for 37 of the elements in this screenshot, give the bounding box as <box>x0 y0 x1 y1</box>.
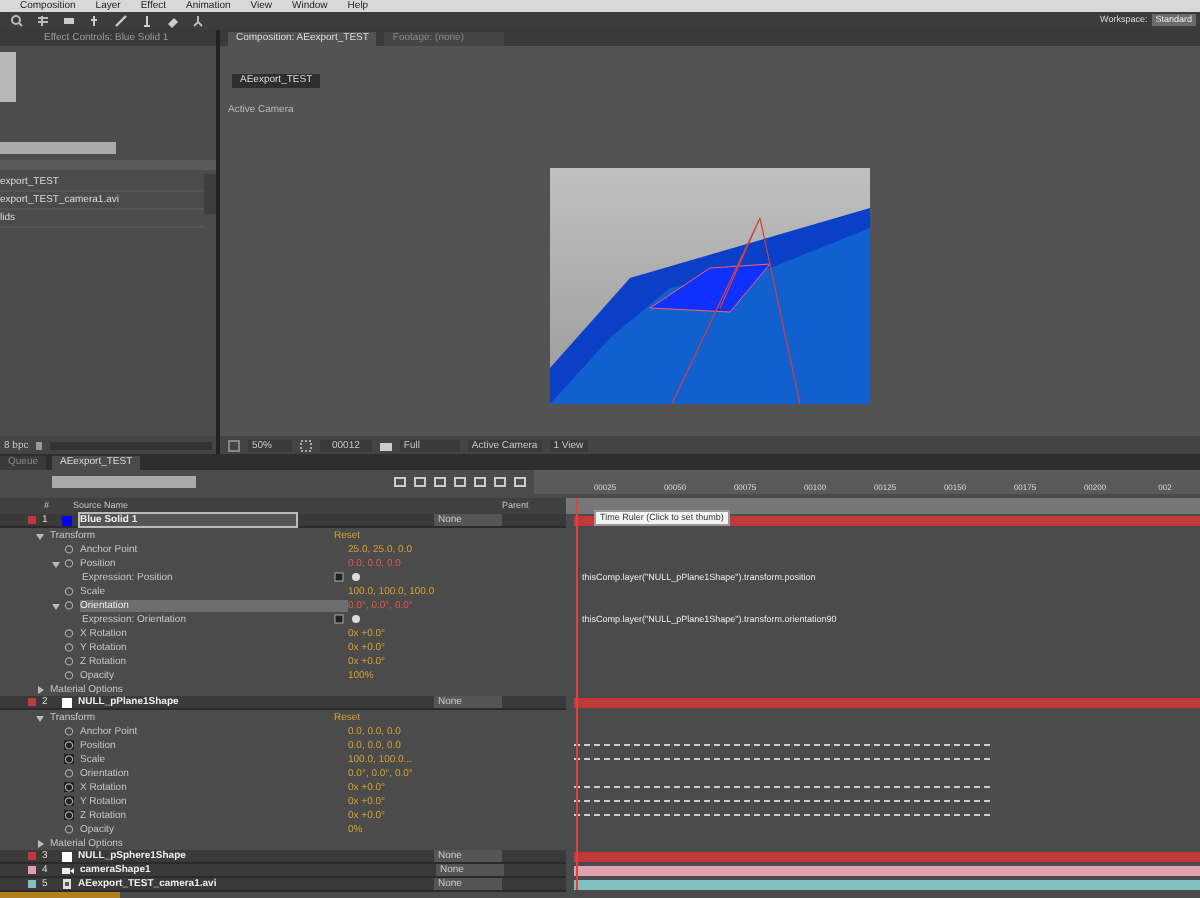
stopwatch-icon[interactable] <box>64 782 74 792</box>
expression-controls-icon[interactable] <box>334 572 362 582</box>
disclosure-triangle-icon[interactable] <box>36 713 44 721</box>
stopwatch-icon[interactable] <box>64 824 74 834</box>
label-color-swatch[interactable] <box>28 698 36 706</box>
expression-controls-icon[interactable] <box>334 614 362 624</box>
magnifier-icon[interactable] <box>10 13 24 28</box>
layer-duration-bar[interactable] <box>574 865 1200 875</box>
brush-icon[interactable] <box>114 13 128 28</box>
disclosure-triangle-icon[interactable] <box>52 601 60 609</box>
label-color-swatch[interactable] <box>28 516 36 524</box>
scrollbar[interactable] <box>204 173 216 214</box>
thumbnail-placeholder <box>0 51 16 102</box>
label-color-swatch[interactable] <box>28 852 36 860</box>
stopwatch-icon[interactable] <box>64 754 74 764</box>
stopwatch-icon[interactable] <box>64 810 74 820</box>
label-color-swatch[interactable] <box>28 866 36 874</box>
camera-icon[interactable] <box>379 439 392 451</box>
label-color-swatch[interactable] <box>28 880 36 888</box>
stopwatch-icon[interactable] <box>64 768 74 778</box>
film-icon <box>62 878 72 890</box>
disclosure-triangle-icon[interactable] <box>36 839 44 847</box>
eraser-icon[interactable] <box>166 13 180 28</box>
layer-duration-bar[interactable] <box>574 879 1200 889</box>
disclosure-triangle-icon[interactable] <box>36 685 44 693</box>
disclosure-triangle-icon[interactable] <box>52 559 60 567</box>
search-field[interactable] <box>52 476 196 488</box>
stopwatch-icon[interactable] <box>64 796 74 806</box>
stopwatch-icon[interactable] <box>64 726 74 736</box>
camera-icon <box>62 865 74 875</box>
disclosure-triangle-icon[interactable] <box>36 531 44 539</box>
trash-icon[interactable] <box>34 440 45 450</box>
search-field[interactable] <box>0 141 116 154</box>
stopwatch-icon[interactable] <box>64 740 74 750</box>
scrollbar[interactable] <box>0 892 120 898</box>
region-icon[interactable] <box>228 439 240 451</box>
work-area-bar[interactable] <box>566 498 1200 514</box>
